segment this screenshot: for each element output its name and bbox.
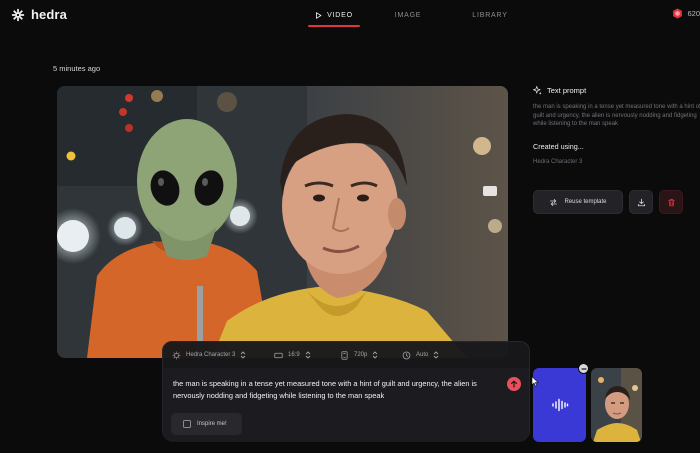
created-using-label: Created using... xyxy=(533,142,584,151)
mouse-cursor-icon xyxy=(531,376,539,387)
resolution-value: 720p xyxy=(354,352,368,358)
chevron-updown-icon xyxy=(373,351,378,359)
aspect-ratio-value: 16:9 xyxy=(288,352,300,358)
text-prompt-value: the man is speaking in a tense yet measu… xyxy=(533,104,700,128)
minus-icon xyxy=(580,367,587,370)
resolution-icon xyxy=(341,350,348,360)
swap-icon xyxy=(550,198,558,206)
prompt-box: the man is speaking in a tense yet measu… xyxy=(163,368,529,442)
hexagon-credit-icon xyxy=(673,8,683,19)
tab-library-label: LIBRARY xyxy=(472,11,508,19)
gear-logo-icon xyxy=(11,8,25,21)
download-button[interactable] xyxy=(629,190,653,214)
chevron-updown-icon xyxy=(241,351,246,359)
generation-actions: Reuse template xyxy=(533,190,683,214)
character-thumbnail xyxy=(591,368,642,442)
aspect-ratio-selector[interactable]: 16:9 xyxy=(274,351,340,360)
tab-video[interactable]: VIDEO xyxy=(308,0,360,30)
main-nav: VIDEO IMAGE LIBRARY xyxy=(308,0,520,30)
send-button[interactable] xyxy=(507,377,521,391)
trash-icon xyxy=(667,198,675,206)
arrow-up-icon xyxy=(510,380,518,388)
resolution-selector[interactable]: 720p xyxy=(340,350,402,360)
text-prompt-header: Text prompt xyxy=(533,86,700,95)
reuse-template-button[interactable]: Reuse template xyxy=(533,190,623,214)
generation-details-panel: Text prompt the man is speaking in a ten… xyxy=(533,86,700,214)
inspire-me-button[interactable]: Inspire me! xyxy=(171,413,242,435)
model-name: Hedra Character 3 xyxy=(533,159,583,165)
video-frame-illustration xyxy=(57,86,508,358)
prompt-input[interactable]: the man is speaking in a tense yet measu… xyxy=(173,378,499,403)
character-image-tile[interactable] xyxy=(591,368,642,442)
tab-library[interactable]: LIBRARY xyxy=(460,0,520,30)
duration-value: Auto xyxy=(416,352,429,358)
clock-icon xyxy=(402,351,411,359)
model-selector[interactable]: Hedra Character 3 xyxy=(172,351,274,360)
tab-video-label: VIDEO xyxy=(327,11,353,19)
credits-indicator[interactable]: 620 xyxy=(672,8,700,19)
chevron-updown-icon xyxy=(305,351,311,359)
play-icon xyxy=(316,11,322,19)
text-prompt-heading: Text prompt xyxy=(547,86,587,95)
waveform-icon xyxy=(551,398,568,412)
aspect-ratio-icon xyxy=(274,352,283,358)
chevron-updown-icon xyxy=(434,351,439,359)
download-icon xyxy=(637,198,645,206)
generation-timestamp: 5 minutes ago xyxy=(53,64,101,73)
inspire-me-label: Inspire me! xyxy=(197,421,227,427)
gear-icon xyxy=(172,351,181,359)
generation-settings-bar: Hedra Character 3 16:9 720p Auto xyxy=(163,342,529,368)
tab-image-label: IMAGE xyxy=(394,11,422,19)
sparkle-icon xyxy=(533,86,542,95)
app-name: hedra xyxy=(31,7,67,22)
app-logo[interactable]: hedra xyxy=(11,7,67,22)
duration-selector[interactable]: Auto xyxy=(402,351,462,360)
top-bar: hedra VIDEO IMAGE LIBRARY 620 xyxy=(0,0,700,30)
model-selector-value: Hedra Character 3 xyxy=(186,352,236,358)
prompt-composer: Hedra Character 3 16:9 720p Auto the man… xyxy=(162,341,530,442)
video-preview[interactable] xyxy=(57,86,508,358)
credit-count: 620 xyxy=(687,9,700,18)
delete-button[interactable] xyxy=(659,190,683,214)
inspire-checkbox-icon xyxy=(183,420,191,428)
remove-audio-button[interactable] xyxy=(578,363,589,374)
audio-clip-tile[interactable] xyxy=(533,368,586,442)
tab-image[interactable]: IMAGE xyxy=(366,0,450,30)
reuse-template-label: Reuse template xyxy=(564,199,607,205)
